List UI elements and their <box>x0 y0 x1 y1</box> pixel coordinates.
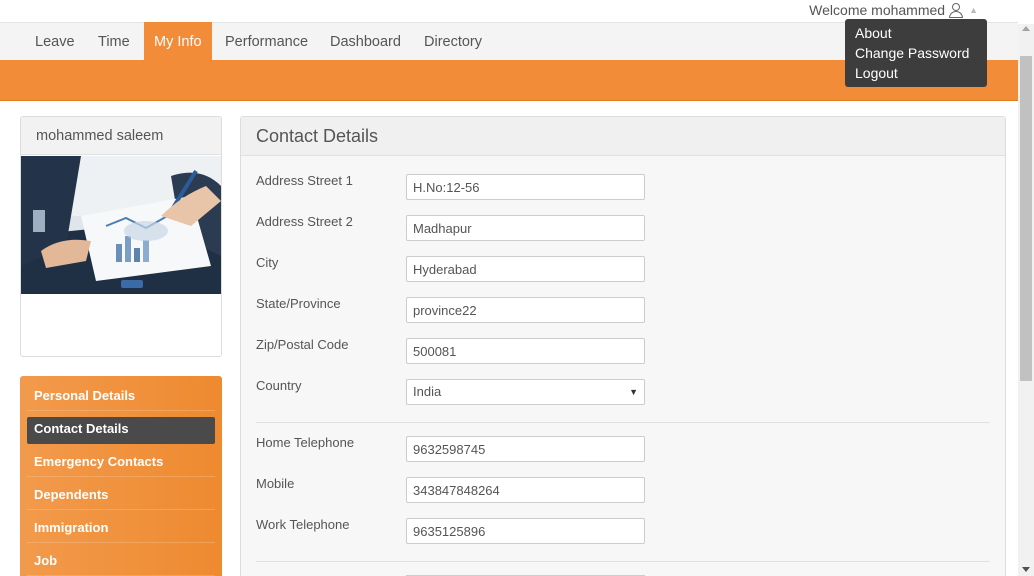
nav-tab-dashboard[interactable]: Dashboard <box>320 23 411 61</box>
menu-item-change-password[interactable]: Change Password <box>855 43 977 63</box>
scroll-down-arrow-icon[interactable] <box>1022 567 1030 572</box>
side-item-immigration[interactable]: Immigration <box>27 516 215 543</box>
state-province-label: State/Province <box>256 296 341 311</box>
side-item-contact-details[interactable]: Contact Details <box>27 417 215 444</box>
home-telephone-input[interactable] <box>406 436 645 462</box>
home-telephone-label: Home Telephone <box>256 435 355 450</box>
zip-postal-code-label: Zip/Postal Code <box>256 337 349 352</box>
work-telephone-label: Work Telephone <box>256 517 350 532</box>
address-street-1-input[interactable] <box>406 174 645 200</box>
profile-card: mohammed saleem <box>20 116 222 357</box>
side-item-job[interactable]: Job <box>27 549 215 576</box>
menu-item-about[interactable]: About <box>855 23 977 43</box>
side-item-emergency-contacts[interactable]: Emergency Contacts <box>27 450 215 477</box>
address-street-1-label: Address Street 1 <box>256 173 353 188</box>
city-input[interactable] <box>406 256 645 282</box>
page-scrollbar[interactable] <box>1018 24 1034 576</box>
country-selected-value: India <box>413 384 442 399</box>
side-item-personal-details[interactable]: Personal Details <box>27 384 215 411</box>
panel-title: Contact Details <box>241 117 1005 156</box>
welcome-bar[interactable]: Welcome mohammed ▲ <box>809 0 978 20</box>
mobile-input[interactable] <box>406 477 645 503</box>
address-street-2-label: Address Street 2 <box>256 214 353 229</box>
scroll-thumb[interactable] <box>1020 56 1032 381</box>
state-province-input[interactable] <box>406 297 645 323</box>
section-divider <box>256 561 990 562</box>
contact-details-panel: Contact Details Address Street 1 Address… <box>240 116 1006 576</box>
menu-item-logout[interactable]: Logout <box>855 63 977 83</box>
side-item-dependents[interactable]: Dependents <box>27 483 215 510</box>
profile-name: mohammed saleem <box>21 117 221 155</box>
nav-tab-performance[interactable]: Performance <box>215 23 318 61</box>
city-label: City <box>256 255 279 270</box>
user-icon[interactable] <box>949 2 964 18</box>
user-dropdown-menu: About Change Password Logout <box>845 19 987 87</box>
work-telephone-input[interactable] <box>406 518 645 544</box>
address-street-2-input[interactable] <box>406 215 645 241</box>
nav-tab-leave[interactable]: Leave <box>25 23 85 61</box>
scroll-up-arrow-icon[interactable] <box>1022 26 1030 31</box>
nav-tab-time[interactable]: Time <box>88 23 140 61</box>
country-select[interactable]: India ▼ <box>406 379 645 405</box>
chevron-down-icon[interactable]: ▼ <box>629 380 638 404</box>
nav-tab-directory[interactable]: Directory <box>414 23 492 61</box>
welcome-text[interactable]: Welcome mohammed <box>809 2 945 18</box>
side-menu: Personal Details Contact Details Emergen… <box>20 376 222 576</box>
country-label: Country <box>256 378 302 393</box>
section-divider <box>256 422 990 423</box>
zip-postal-code-input[interactable] <box>406 338 645 364</box>
caret-icon[interactable]: ▲ <box>969 5 978 15</box>
nav-tab-my-info[interactable]: My Info <box>144 22 212 61</box>
profile-photo[interactable] <box>21 156 221 294</box>
mobile-label: Mobile <box>256 476 295 491</box>
